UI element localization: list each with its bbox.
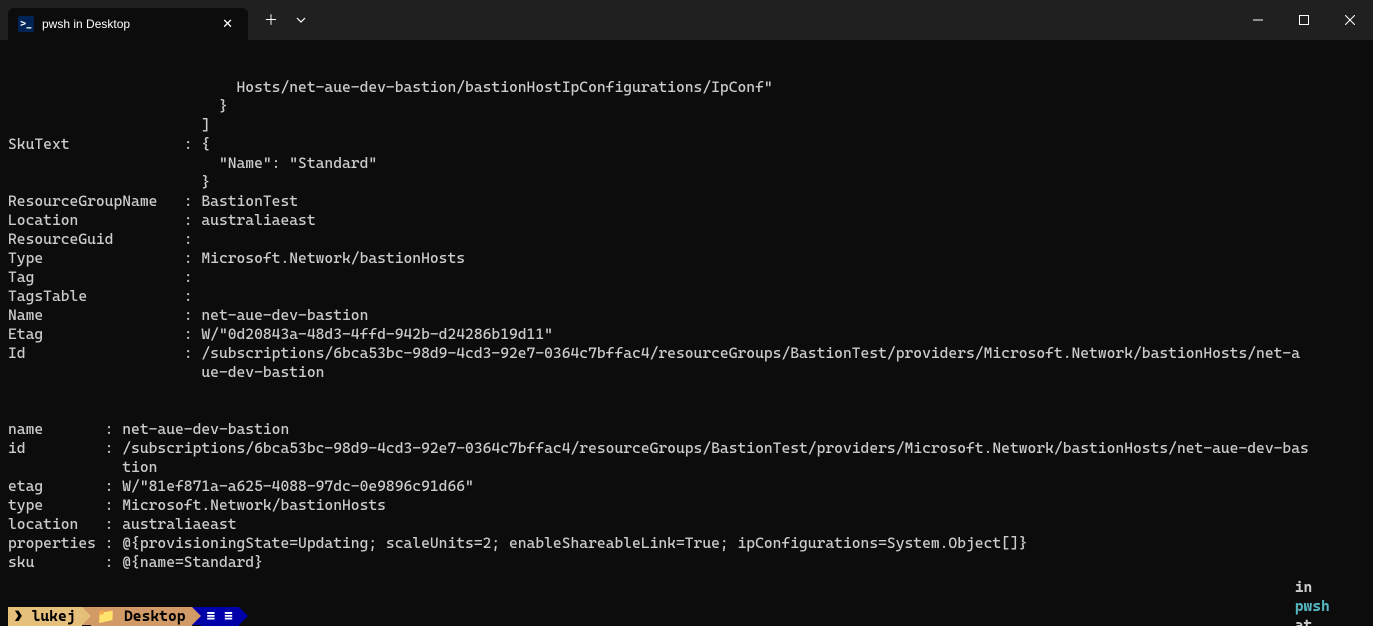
powershell-icon-glyph: >_ (20, 19, 32, 30)
prompt-separator-icon (82, 607, 91, 625)
tab-title: pwsh in Desktop (42, 17, 217, 31)
tab-dropdown-button[interactable] (288, 11, 314, 29)
close-button[interactable] (1327, 4, 1373, 36)
prompt-separator-icon (192, 607, 201, 625)
prompt-right-in: in (1295, 578, 1313, 596)
prompt-right: in pwsh at 12:58:50 (1242, 559, 1365, 626)
prompt-right-shell: pwsh (1295, 597, 1330, 615)
prompt-separator-icon (239, 607, 248, 625)
minimize-icon (1253, 15, 1263, 25)
prompt-folder: Desktop (124, 607, 186, 626)
new-tab-button[interactable]: ＋ (254, 4, 288, 36)
terminal-area[interactable]: Hosts/net-aue-dev-bastion/bastionHostIpC… (0, 40, 1373, 626)
prompt-folder-segment: 📁 Desktop (91, 607, 192, 626)
tab-active[interactable]: >_ pwsh in Desktop ✕ (8, 8, 248, 40)
terminal-output: Hosts/net-aue-dev-bastion/bastionHostIpC… (8, 78, 1365, 572)
prompt-line: ❯ lukej 📁 Desktop ≡ ≡ in pwsh at 12:58:5… (8, 606, 1365, 626)
maximize-button[interactable] (1281, 4, 1327, 36)
powershell-icon: >_ (18, 16, 34, 32)
prompt-branch-segment: ≡ ≡ (201, 607, 239, 626)
chevron-down-icon (296, 17, 306, 23)
window-controls (1235, 4, 1373, 36)
prompt-right-at: at (1295, 616, 1313, 626)
close-icon (1345, 15, 1355, 25)
maximize-icon (1299, 15, 1309, 25)
minimize-button[interactable] (1235, 4, 1281, 36)
title-bar: >_ pwsh in Desktop ✕ ＋ (0, 0, 1373, 40)
prompt-user-segment: ❯ lukej (8, 607, 82, 626)
folder-icon: 📁 (97, 607, 116, 626)
tab-close-button[interactable]: ✕ (217, 14, 238, 34)
prompt-user: lukej (32, 607, 76, 626)
